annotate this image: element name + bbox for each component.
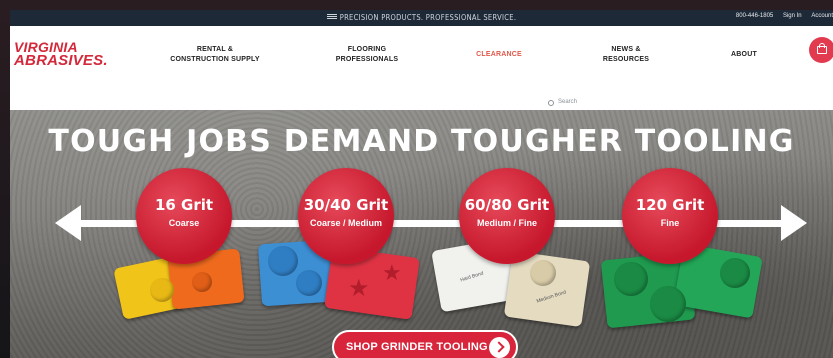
tagline: PRECISION PRODUCTS. PROFESSIONAL SERVICE… (10, 13, 833, 22)
arrow-right-icon (781, 205, 807, 241)
flag-icon (326, 14, 337, 20)
nav-news-resources[interactable]: NEWS & RESOURCES (586, 45, 666, 65)
yellow-segment (150, 278, 174, 302)
logo[interactable]: VIRGINIA ABRASIVES. (14, 40, 108, 69)
arrow-left-icon (55, 205, 81, 241)
grit-badge-120: 120 Grit Fine (622, 168, 718, 264)
shopping-bag-icon (817, 46, 827, 54)
browser-viewport: PRECISION PRODUCTS. PROFESSIONAL SERVICE… (10, 10, 833, 358)
cart-button[interactable] (809, 37, 833, 63)
blue-segment (268, 246, 298, 276)
green-segment (650, 286, 686, 322)
nav-flooring-professionals[interactable]: FLOORING PROFESSIONALS (322, 45, 412, 65)
cream-segment (530, 260, 556, 286)
shop-grinder-tooling-button[interactable]: SHOP GRINDER TOOLING (332, 330, 518, 358)
search-placeholder: Search (558, 99, 578, 105)
nav-clearance[interactable]: CLEARANCE (460, 50, 538, 60)
search-icon (548, 100, 554, 106)
announcement-bar: PRECISION PRODUCTS. PROFESSIONAL SERVICE… (10, 10, 833, 26)
nav-about[interactable]: ABOUT (722, 50, 766, 60)
grit-badge-60-80: 60/80 Grit Medium / Fine (459, 168, 555, 264)
hero-banner: TOUGH JOBS DEMAND TOUGHER TOOLING ★ ★ Ha… (10, 110, 833, 358)
site-header: VIRGINIA ABRASIVES. RENTAL & CONSTRUCTIO… (10, 26, 833, 111)
nav-rental-construction[interactable]: RENTAL & CONSTRUCTION SUPPLY (160, 45, 270, 65)
monitor-frame: PRECISION PRODUCTS. PROFESSIONAL SERVICE… (0, 0, 833, 358)
phone-link[interactable]: 800-446-1805 (736, 13, 773, 19)
star-segment-icon: ★ (348, 275, 370, 302)
hero-headline: TOUGH JOBS DEMAND TOUGHER TOOLING (48, 124, 795, 159)
chevron-right-icon (489, 337, 510, 358)
account-link[interactable]: Account (811, 13, 833, 19)
green-segment (720, 258, 750, 288)
search-input[interactable]: Search (304, 97, 594, 111)
grit-badge-30-40: 30/40 Grit Coarse / Medium (298, 168, 394, 264)
star-segment-icon: ★ (382, 260, 402, 285)
blue-segment (296, 270, 322, 296)
green-segment (614, 262, 648, 296)
utility-links: 800-446-1805 Sign In Account (728, 13, 833, 19)
grit-badge-16: 16 Grit Coarse (136, 168, 232, 264)
orange-segment (192, 272, 212, 292)
sign-in-link[interactable]: Sign In (783, 13, 802, 19)
logo-line-2: ABRASIVES. (14, 52, 108, 69)
